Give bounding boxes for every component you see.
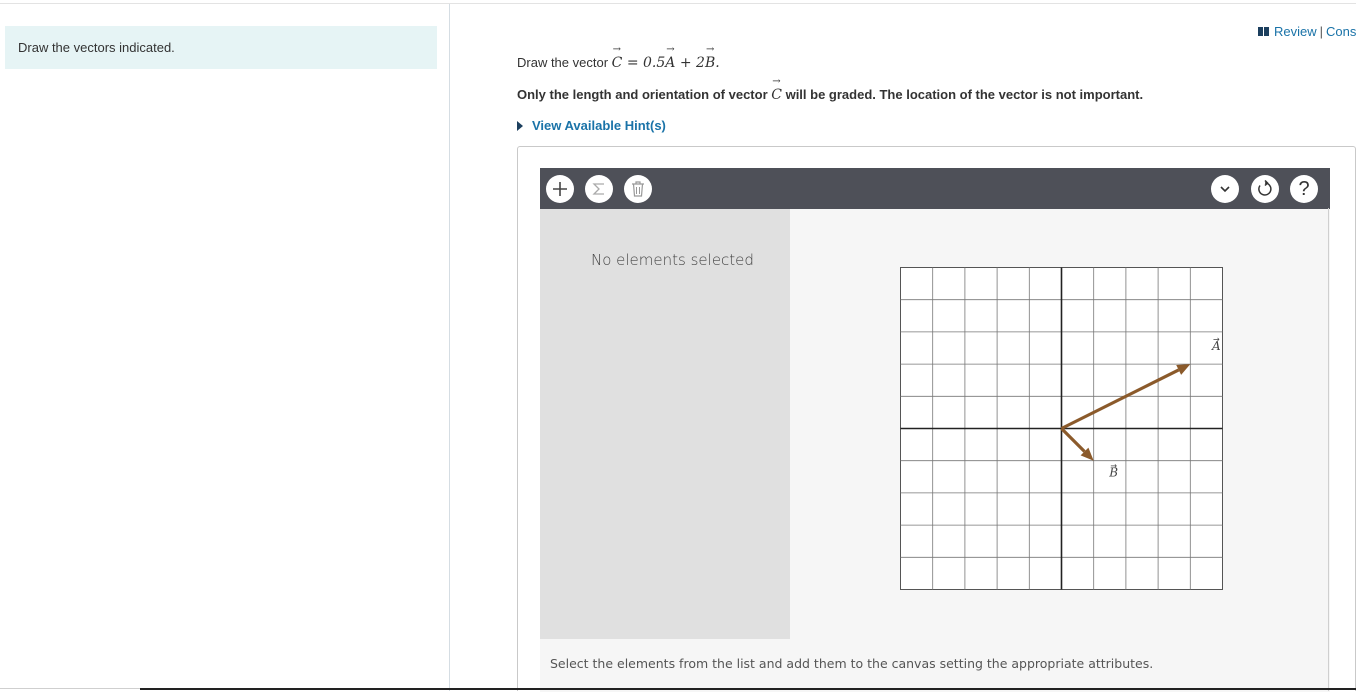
sigma-icon — [592, 183, 604, 195]
note-vector: C — [771, 76, 782, 103]
vector-b-symbol: B — [705, 44, 715, 71]
constants-link[interactable]: Cons — [1326, 24, 1356, 39]
bottom-rule — [140, 688, 1356, 690]
vector-b-arrow-mark: → — [1110, 462, 1117, 471]
equation-end: . — [715, 55, 720, 71]
canvas-instructions: Select the elements from the list and ad… — [550, 656, 1154, 671]
book-icon — [1258, 27, 1269, 36]
caret-right-icon — [517, 121, 523, 131]
delete-button[interactable] — [624, 175, 652, 203]
trash-icon — [632, 181, 644, 197]
left-panel — [0, 4, 450, 691]
toolbar: ? — [540, 168, 1330, 209]
equation-eq: = 0.5 — [622, 55, 666, 71]
link-separator: | — [1319, 24, 1324, 39]
note-prefix: Only the length and orientation of vecto… — [517, 87, 772, 102]
vector-a-symbol: A — [665, 44, 675, 71]
review-constants-link[interactable]: Review | Cons — [1258, 24, 1356, 39]
instruction-box: Draw the vectors indicated. — [5, 26, 437, 69]
instruction-text: Draw the vectors indicated. — [18, 40, 175, 55]
vector-grid[interactable]: A→B→ — [900, 267, 1223, 590]
sum-button[interactable] — [585, 175, 613, 203]
note-suffix: will be graded. The location of the vect… — [781, 87, 1144, 102]
reset-icon — [1258, 180, 1272, 196]
question-prompt: Draw the vector C = 0.5A + 2B. — [517, 44, 720, 71]
review-link[interactable]: Review — [1274, 24, 1317, 39]
plus-icon — [553, 182, 567, 196]
element-sidebar: No elements selected — [540, 209, 790, 639]
dropdown-button[interactable] — [1211, 175, 1239, 203]
vector-c-symbol: C — [612, 44, 623, 71]
vector-a-arrow-mark: → — [1213, 335, 1220, 344]
view-hints-toggle[interactable]: View Available Hint(s) — [517, 118, 666, 133]
equation-plus: + 2 — [675, 55, 705, 71]
question-icon: ? — [1298, 177, 1310, 200]
question-prefix: Draw the vector — [517, 55, 612, 70]
help-button[interactable]: ? — [1290, 175, 1318, 203]
equation: C = 0.5A + 2B. — [612, 44, 720, 71]
chevron-down-icon — [1220, 186, 1230, 193]
add-element-button[interactable] — [546, 175, 574, 203]
canvas-right-border — [1328, 208, 1329, 691]
reset-button[interactable] — [1251, 175, 1279, 203]
note-vector-c: C — [771, 76, 782, 103]
empty-selection-text: No elements selected — [591, 251, 754, 269]
grading-note: Only the length and orientation of vecto… — [517, 76, 1144, 103]
hint-label[interactable]: View Available Hint(s) — [532, 118, 666, 133]
bottom-rule-left — [0, 688, 140, 689]
